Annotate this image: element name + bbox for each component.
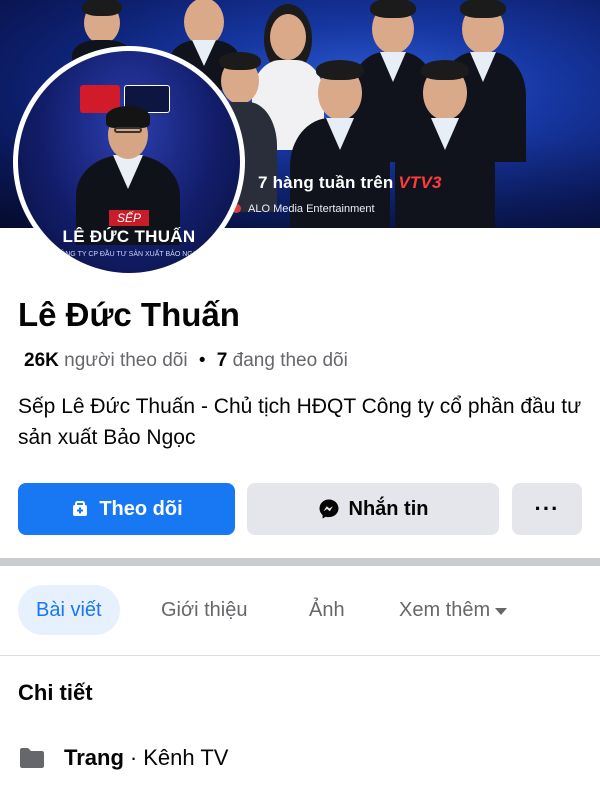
tab-posts[interactable]: Bài viết — [18, 585, 120, 635]
glasses-icon — [114, 127, 142, 133]
avatar-company: CÔNG TY CP ĐẦU TƯ SẢN XUẤT BẢO NGỌC — [54, 251, 204, 258]
following-label[interactable]: đang theo dõi — [233, 350, 348, 371]
detail-separator: · — [129, 745, 138, 770]
follow-button[interactable]: Theo dõi — [18, 483, 235, 535]
follow-icon — [70, 499, 90, 519]
following-count[interactable]: 7 — [217, 350, 228, 371]
tab-see-more[interactable]: Xem thêm — [399, 585, 508, 635]
message-label: Nhắn tin — [348, 497, 429, 520]
cover-organization: ALO Media Entertainment — [248, 203, 375, 215]
more-options-button[interactable]: ··· — [512, 483, 582, 535]
profile-name: Lê Đức Thuấn — [18, 296, 240, 333]
cover-person — [395, 58, 495, 228]
details-heading: Chi tiết — [18, 680, 93, 705]
profile-avatar[interactable]: SẾP LÊ ĐỨC THUẤN CÔNG TY CP ĐẦU TƯ SẢN X… — [13, 46, 245, 278]
vtv3-logo-text: VTV3 — [398, 173, 442, 192]
section-divider — [0, 558, 600, 566]
profile-bio: Sếp Lê Đức Thuấn - Chủ tịch HĐQT Công ty… — [18, 395, 582, 449]
messenger-icon — [318, 498, 340, 520]
message-button[interactable]: Nhắn tin — [247, 483, 499, 535]
flag-icon — [18, 746, 46, 770]
tab-photos[interactable]: Ảnh — [309, 585, 345, 635]
profile-stats: 26K người theo dõi • 7 đang theo dõi — [24, 350, 348, 372]
cover-tagline-text: 7 hàng tuần trên — [258, 173, 399, 192]
tab-see-more-label: Xem thêm — [399, 598, 491, 621]
followers-count[interactable]: 26K — [24, 350, 59, 371]
stats-separator: • — [198, 350, 206, 371]
avatar-name: LÊ ĐỨC THUẤN — [62, 227, 196, 246]
avatar-role: SẾP — [18, 210, 240, 226]
followers-label[interactable]: người theo dõi — [64, 350, 187, 371]
page-category-row: Trang · Kênh TV — [18, 745, 228, 771]
tabs-divider — [0, 655, 600, 656]
page-type-label: Trang — [64, 745, 124, 770]
cover-tagline: 7 hàng tuần trên VTV3 — [258, 173, 442, 193]
page-category: Kênh TV — [143, 745, 229, 770]
caret-down-icon — [495, 607, 508, 615]
tab-about[interactable]: Giới thiệu — [161, 585, 247, 635]
follow-label: Theo dõi — [99, 497, 183, 520]
